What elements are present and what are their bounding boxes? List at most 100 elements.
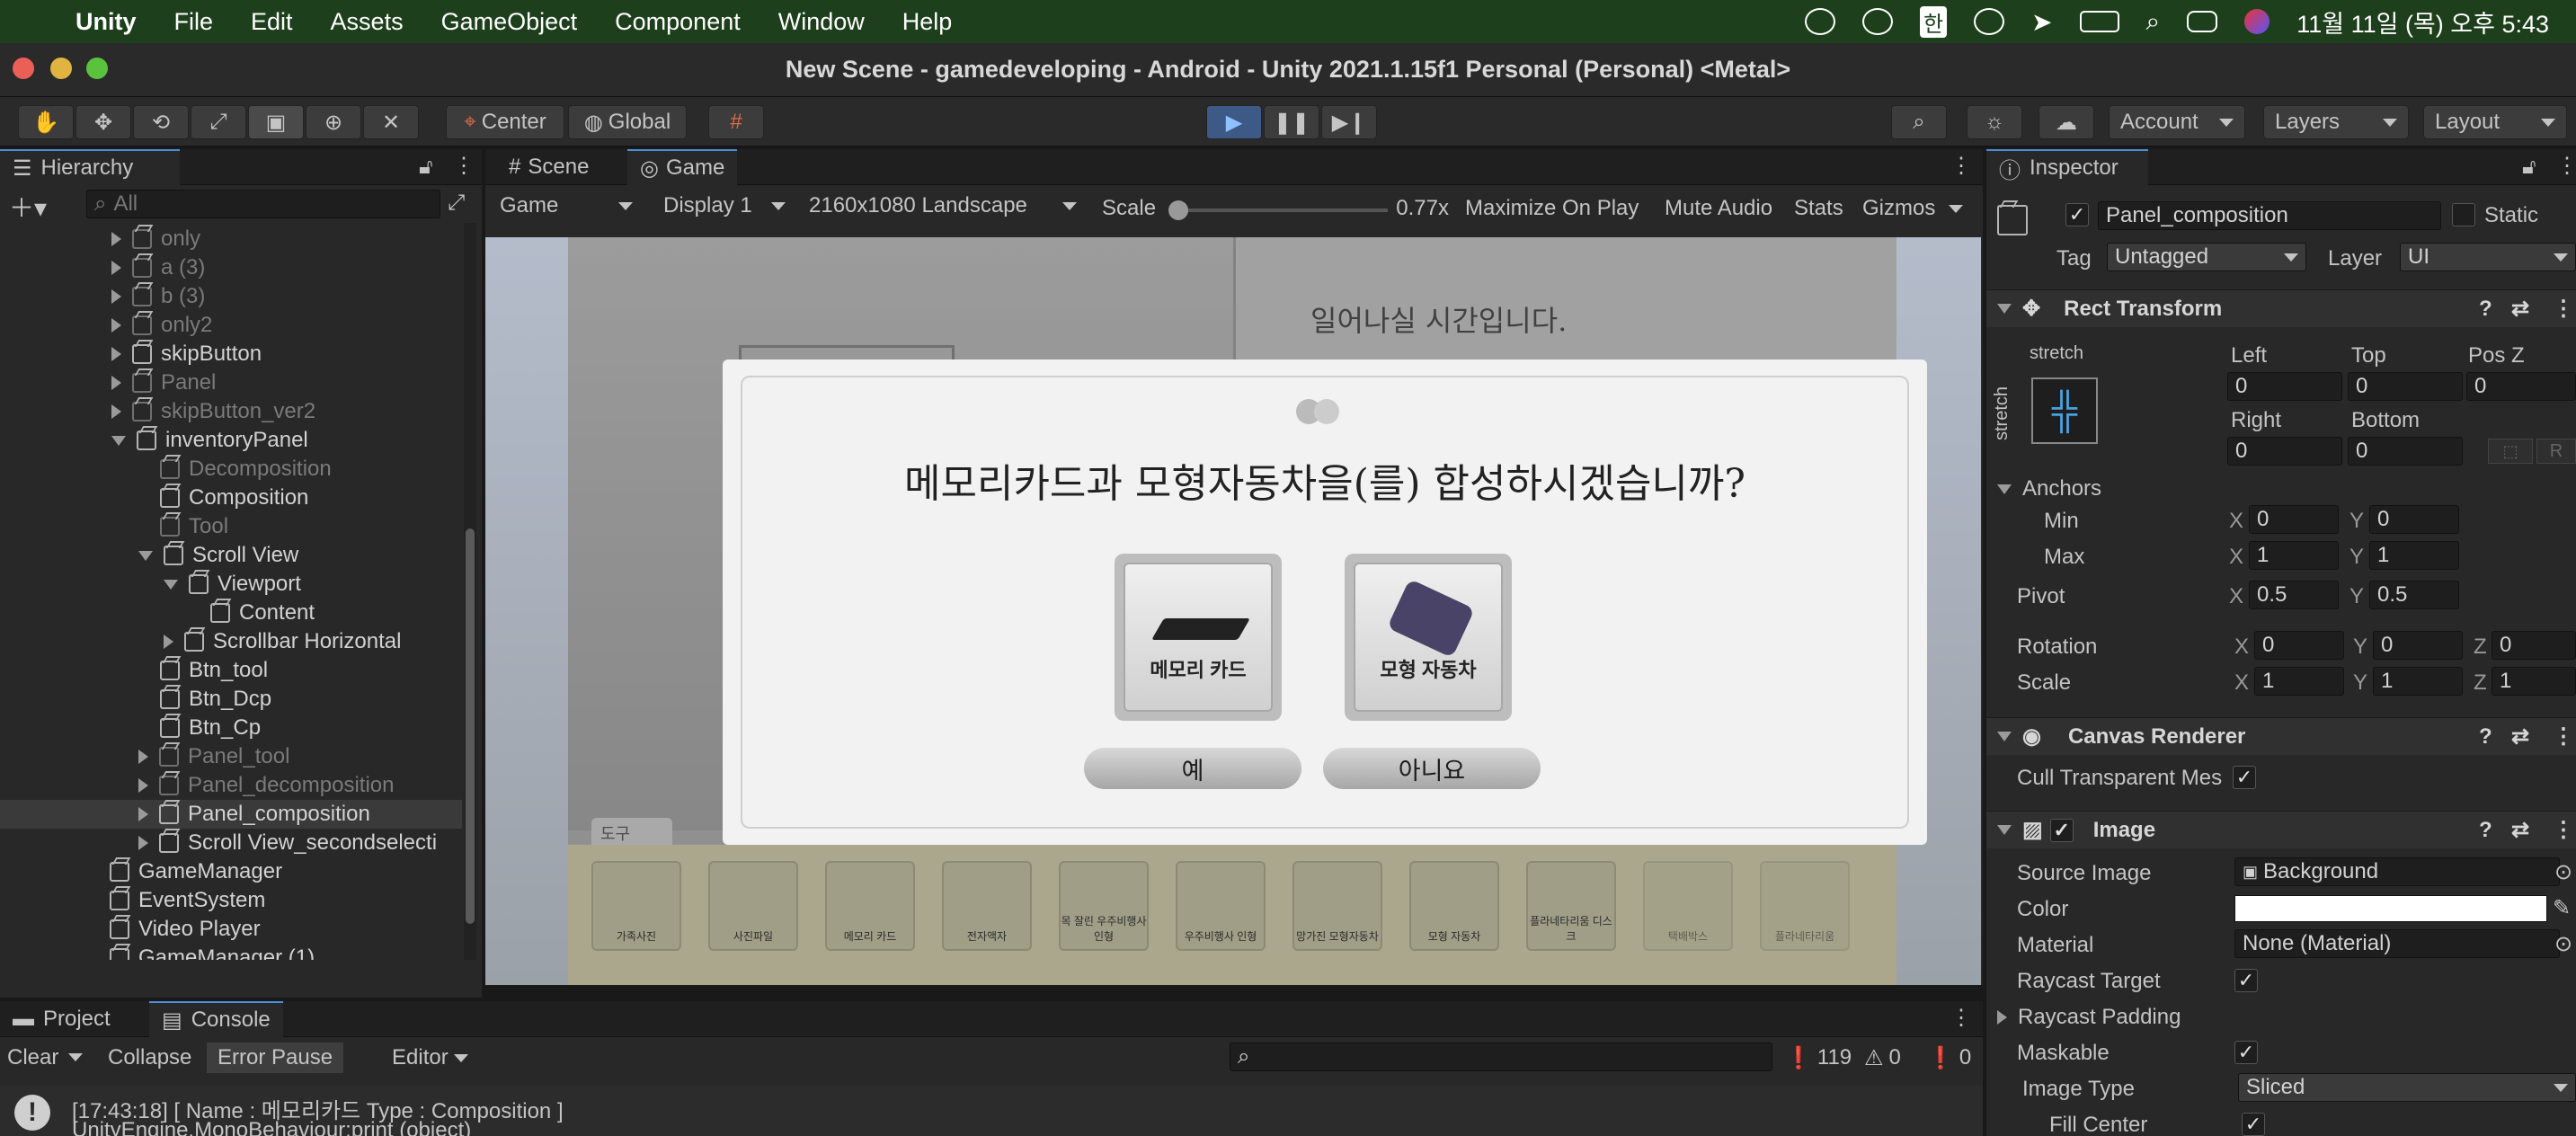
rect-tool-icon[interactable]: ▣ [248,105,304,139]
anchor-preset-button[interactable]: ╬ [2031,377,2098,444]
preset-icon[interactable]: ⇄ [2511,296,2529,322]
color-swatch[interactable] [2234,895,2547,922]
search-icon[interactable]: ⌕ [2146,7,2161,37]
anchors-foldout[interactable]: Anchors [1997,476,2101,501]
anchor-max-x-field[interactable]: 1 [2249,541,2339,570]
collapse-arrow-icon[interactable] [111,435,126,446]
scale-tool-icon[interactable]: ⤢ [191,105,246,139]
menu-edit[interactable]: Edit [251,8,293,36]
more-options-icon[interactable]: ⋮ [453,153,475,179]
list-item[interactable]: b (3) [111,282,205,311]
lighting-icon[interactable]: ☼ [1967,105,2022,139]
material-field[interactable]: None (Material) [2234,929,2560,958]
posz-field[interactable]: 0 [2466,372,2576,401]
cull-transparent-checkbox[interactable]: ✓ [2233,766,2256,789]
rotation-y-field[interactable]: 0 [2373,631,2463,660]
expand-arrow-icon[interactable] [111,404,121,419]
account-dropdown[interactable]: Account [2109,105,2245,139]
image-type-dropdown[interactable]: Sliced [2238,1073,2576,1102]
list-item[interactable]: only2 [111,311,212,340]
error-pause-toggle[interactable]: Error Pause [207,1043,344,1073]
right-field[interactable]: 0 [2227,437,2342,466]
editor-dropdown[interactable]: Editor [392,1043,468,1073]
help-icon[interactable]: ? [2479,724,2492,750]
object-picker-icon[interactable]: ⊙ [2554,859,2572,885]
gizmos-toggle[interactable]: Gizmos [1862,196,1935,221]
rotation-z-field[interactable]: 0 [2492,631,2576,660]
resolution-dropdown[interactable]: 2160x1080 Landscape [798,189,1088,223]
list-item[interactable]: skipButton_ver2 [111,397,315,426]
no-button[interactable]: 아니요 [1323,748,1541,789]
pivot-toggle[interactable]: ⌖ Center [446,105,564,139]
rotation-x-field[interactable]: 0 [2254,631,2344,660]
gizmos-dropdown-icon[interactable] [1949,205,1963,213]
left-field[interactable]: 0 [2227,372,2342,401]
pivot-y-field[interactable]: 0.5 [2369,581,2459,609]
scale-slider[interactable] [1168,200,1388,220]
anchor-min-y-field[interactable]: 0 [2369,505,2459,534]
control-center-icon[interactable] [2187,11,2218,32]
move-tool-icon[interactable]: ✥ [76,105,131,139]
blueprint-mode-button[interactable]: ⬚ [2488,439,2533,464]
menu-assets[interactable]: Assets [331,8,404,36]
clear-options-icon[interactable] [68,1053,83,1061]
list-item[interactable]: Decomposition [160,455,332,484]
list-item[interactable]: Scrollbar Horizontal [164,627,401,656]
siri-icon[interactable] [2244,9,2270,34]
bottom-field[interactable]: 0 [2348,437,2463,466]
display-dropdown[interactable]: Display 1 [653,189,796,223]
list-item[interactable]: GameManager (1) [110,944,315,960]
log-count-toggle[interactable]: ❗ 119 [1785,1043,1852,1073]
search-icon[interactable]: ⌕ [1891,105,1947,139]
anchor-max-y-field[interactable]: 1 [2369,541,2459,570]
list-item[interactable]: Btn_Cp [160,714,261,742]
more-options-icon[interactable]: ⋮ [2553,296,2574,322]
tag-dropdown[interactable]: Untagged [2107,243,2306,271]
menu-component[interactable]: Component [615,8,741,36]
collapse-arrow-icon[interactable] [1997,732,2012,741]
list-item[interactable]: Viewport [164,570,301,599]
expand-arrow-icon[interactable] [111,376,121,390]
more-options-icon[interactable]: ⋮ [2556,153,2576,179]
more-options-icon[interactable]: ⋮ [1950,153,1972,179]
help-icon[interactable]: ? [2479,818,2492,843]
collapse-arrow-icon[interactable] [1997,484,2012,494]
eyedropper-icon[interactable]: ✎ [2553,895,2571,921]
pause-button[interactable]: ❚❚ [1264,105,1319,139]
yes-button[interactable]: 예 [1084,748,1301,789]
preset-icon[interactable]: ⇄ [2511,817,2529,843]
expand-arrow-icon[interactable] [164,635,173,649]
creative-cloud-icon[interactable] [1804,8,1835,35]
console-log-entry[interactable]: ! [17:43:18] [ Name : 메모리카드 Type : Compo… [0,1086,1983,1136]
rect-transform-header[interactable]: ✥ Rect Transform? ⇄ ⋮ [1986,289,2576,327]
hierarchy-search-input[interactable]: ⌕ All [86,190,440,218]
game-mode-dropdown[interactable]: Game [489,189,644,223]
active-checkbox[interactable]: ✓ [2065,203,2089,226]
tab-inspector[interactable]: ⓘ Inspector [1986,149,2148,185]
grid-snap-icon[interactable]: # [708,105,764,139]
expand-arrow-icon[interactable] [111,318,121,333]
layers-dropdown[interactable]: Layers [2263,105,2409,139]
transform-tool-icon[interactable]: ⊕ [306,105,361,139]
stats-toggle[interactable]: Stats [1794,196,1843,221]
tab-console[interactable]: ▤ Console [149,1001,283,1037]
lock-icon[interactable]: 🔓︎ [2522,155,2536,180]
collapse-arrow-icon[interactable] [138,550,153,561]
menu-help[interactable]: Help [902,8,953,36]
menubar-clock[interactable]: 11월 11일 (목) 오후 5:43 [2296,4,2549,40]
expand-arrow-icon[interactable] [111,347,121,361]
mute-audio-toggle[interactable]: Mute Audio [1665,196,1772,221]
list-item[interactable]: Tool [160,512,228,541]
tab-hierarchy[interactable]: ☰ Hierarchy [0,149,180,185]
object-name-field[interactable]: Panel_composition [2098,201,2441,230]
scale-z-field[interactable]: 1 [2492,667,2576,696]
preset-icon[interactable]: ⇄ [2511,723,2529,750]
collapse-toggle[interactable]: Collapse [108,1043,191,1073]
expand-arrow-icon[interactable] [138,807,148,821]
scene-visibility-icon[interactable]: ⤢ [448,191,465,216]
menu-window[interactable]: Window [778,8,865,36]
more-options-icon[interactable]: ⋮ [2553,723,2574,750]
list-item-selected[interactable]: Panel_composition [0,800,462,829]
menu-app-unity[interactable]: Unity [76,8,137,36]
error-count-toggle[interactable]: ❗ 0 [1927,1043,1971,1073]
